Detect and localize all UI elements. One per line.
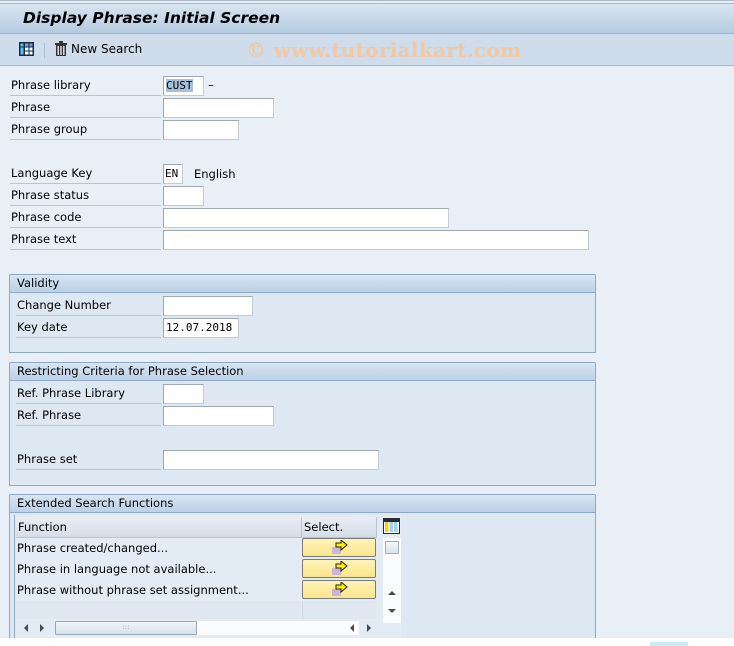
ref-phrase-library-field[interactable]	[163, 384, 204, 404]
select-button-row-1[interactable]	[302, 538, 376, 557]
key-date-label: Key date	[16, 318, 161, 338]
scroll-right-icon[interactable]	[40, 624, 44, 632]
column-header-function[interactable]: Function	[16, 517, 302, 538]
validity-group-title: Validity	[10, 275, 595, 293]
execute-arrow-icon	[332, 582, 348, 596]
change-number-field[interactable]	[163, 296, 253, 316]
empty-row	[16, 601, 301, 620]
phrase-group-label: Phrase group	[10, 120, 161, 140]
execute-arrow-icon	[332, 561, 348, 575]
title-bar: Display Phrase: Initial Screen	[0, 3, 734, 34]
phrase-text-label: Phrase text	[10, 230, 161, 250]
phrase-field[interactable]	[163, 98, 274, 118]
phrase-library-field[interactable]: CUST	[163, 76, 204, 96]
select-button-row-3[interactable]	[302, 580, 376, 599]
scroll-up-icon[interactable]	[388, 591, 396, 595]
page-title: Display Phrase: Initial Screen	[23, 9, 281, 27]
ref-phrase-field[interactable]	[163, 406, 274, 426]
new-search-button[interactable]: New Search	[71, 42, 142, 56]
key-date-field[interactable]: 12.07.2018	[163, 318, 239, 338]
phrase-set-label: Phrase set	[16, 450, 161, 470]
language-description: English	[194, 167, 236, 181]
status-indicator	[650, 642, 688, 646]
column-header-select[interactable]: Select.	[302, 517, 377, 538]
phrase-code-field[interactable]	[163, 208, 449, 228]
ref-phrase-library-label: Ref. Phrase Library	[16, 384, 161, 404]
phrase-text-field[interactable]	[163, 230, 589, 250]
table-row: Phrase created/changed...	[17, 541, 168, 555]
watermark: © www.tutorialkart.com	[246, 38, 522, 62]
bottom-strip	[0, 638, 734, 646]
phrase-code-label: Phrase code	[10, 208, 161, 228]
execute-arrow-icon	[332, 540, 348, 554]
phrase-status-label: Phrase status	[10, 186, 161, 206]
table-row: Phrase without phrase set assignment...	[17, 583, 249, 597]
vertical-scroll-thumb[interactable]	[385, 541, 399, 554]
language-key-label: Language Key	[10, 164, 161, 184]
toolbar-separator	[44, 43, 45, 58]
scroll-left-icon[interactable]	[24, 624, 28, 632]
phrase-group-field[interactable]	[163, 120, 239, 140]
phrase-set-field[interactable]	[163, 450, 379, 470]
vertical-scrollbar[interactable]	[383, 538, 401, 623]
restricting-criteria-title: Restricting Criteria for Phrase Selectio…	[10, 363, 595, 381]
ref-phrase-label: Ref. Phrase	[16, 406, 161, 426]
scroll-left-end-icon[interactable]	[350, 624, 354, 632]
scroll-right-end-icon[interactable]	[367, 624, 371, 632]
sap-window: Display Phrase: Initial Screen New Searc…	[0, 0, 734, 640]
phrase-label: Phrase	[10, 98, 161, 118]
phrase-library-description: –	[208, 78, 214, 92]
empty-row-cell	[302, 601, 376, 620]
horizontal-scroll-thumb[interactable]: :::	[55, 621, 197, 635]
phrase-library-label: Phrase library	[10, 76, 161, 96]
column-layout-icon[interactable]	[383, 518, 400, 534]
grid-layout-icon[interactable]	[19, 42, 34, 56]
language-key-field[interactable]: EN	[163, 164, 183, 184]
select-button-row-2[interactable]	[302, 559, 376, 578]
scroll-down-icon[interactable]	[388, 609, 396, 613]
trash-icon[interactable]	[55, 41, 67, 56]
phrase-status-field[interactable]	[163, 186, 204, 206]
phrase-library-value: CUST	[166, 79, 193, 92]
extended-search-title: Extended Search Functions	[10, 495, 595, 513]
application-toolbar: New Search © www.tutorialkart.com	[0, 34, 734, 66]
extended-search-table: Function Select. Phrase created/changed.…	[14, 515, 401, 639]
table-row: Phrase in language not available...	[17, 562, 217, 576]
change-number-label: Change Number	[16, 296, 161, 316]
horizontal-scrollbar[interactable]: :::	[15, 619, 383, 637]
